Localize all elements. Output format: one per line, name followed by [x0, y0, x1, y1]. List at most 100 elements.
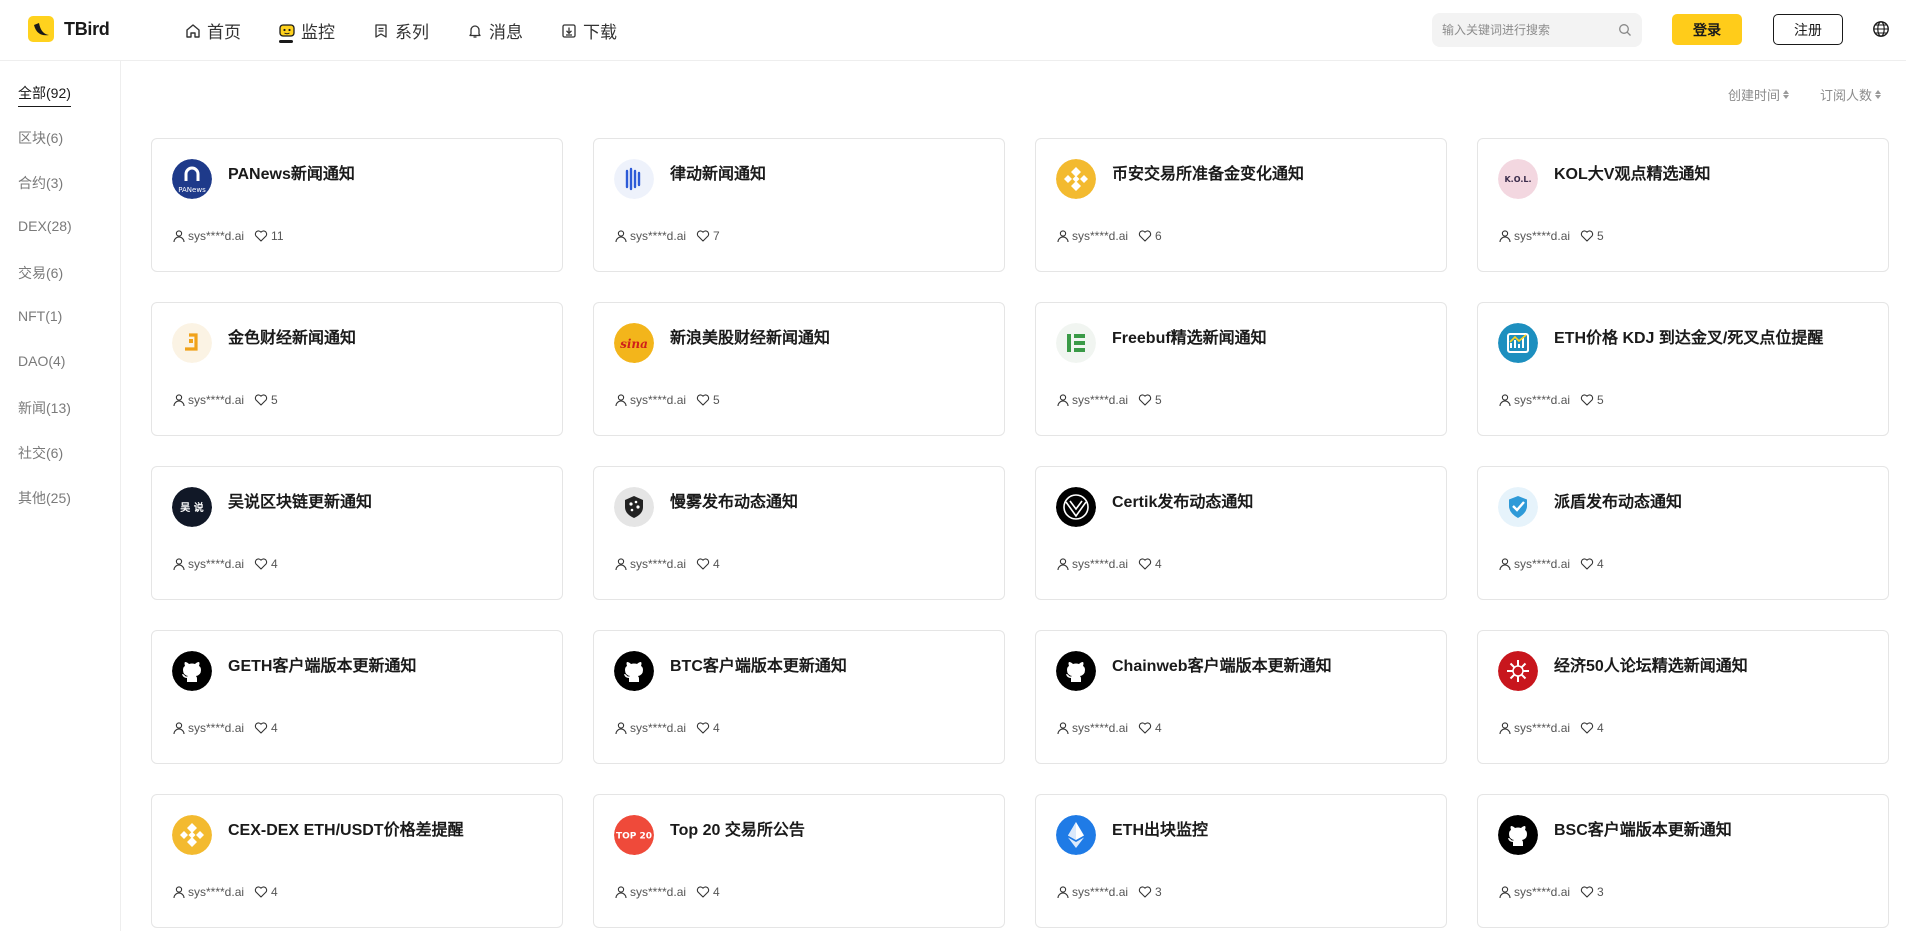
heart-icon[interactable] [1138, 557, 1152, 571]
register-button[interactable]: 注册 [1773, 14, 1843, 45]
logo[interactable]: TBird [28, 16, 110, 42]
nav-item-series[interactable]: 系列 [373, 0, 429, 61]
chart-icon [1498, 323, 1538, 363]
heart-icon[interactable] [1138, 721, 1152, 735]
nav-item-monitor[interactable]: 监控 [279, 0, 335, 61]
monitor-card[interactable]: 经济50人论坛精选新闻通知 sys****d.ai 4 [1477, 630, 1889, 764]
heart-icon[interactable] [254, 557, 268, 571]
monitor-card[interactable]: GETH客户端版本更新通知 sys****d.ai 4 [151, 630, 563, 764]
user-icon [1057, 722, 1069, 735]
monitor-card[interactable]: 金色财经新闻通知 sys****d.ai 5 [151, 302, 563, 436]
heart-icon[interactable] [1580, 229, 1594, 243]
monitor-card[interactable]: 派盾发布动态通知 sys****d.ai 4 [1477, 466, 1889, 600]
category-social[interactable]: 社交(6) [18, 443, 63, 463]
heart-icon[interactable] [1138, 229, 1152, 243]
heart-icon[interactable] [696, 557, 710, 571]
card-author: sys****d.ai [1514, 557, 1571, 571]
heart-icon[interactable] [254, 229, 268, 243]
heart-icon[interactable] [696, 885, 710, 899]
card-meta: sys****d.ai 4 [1498, 721, 1604, 735]
card-author: sys****d.ai [630, 229, 687, 243]
main-nav: 首页 监控 系列 消息 下载 [185, 0, 617, 61]
card-author: sys****d.ai [188, 885, 245, 899]
card-author: sys****d.ai [188, 557, 245, 571]
monitor-card[interactable]: 慢雾发布动态通知 sys****d.ai 4 [593, 466, 1005, 600]
sina-icon: sina [614, 323, 654, 363]
category-dex[interactable]: DEX(28) [18, 218, 72, 234]
card-author: sys****d.ai [630, 557, 687, 571]
user-icon [1057, 394, 1069, 407]
nav-item-home[interactable]: 首页 [185, 0, 241, 61]
monitor-card[interactable]: Chainweb客户端版本更新通知 sys****d.ai 4 [1035, 630, 1447, 764]
heart-icon[interactable] [1580, 393, 1594, 407]
monitor-card[interactable]: PANews PANews新闻通知 sys****d.ai 11 [151, 138, 563, 272]
icon-text: TOP 20 [616, 832, 652, 842]
category-block[interactable]: 区块(6) [18, 128, 63, 148]
monitor-card[interactable]: BTC客户端版本更新通知 sys****d.ai 4 [593, 630, 1005, 764]
monitor-card[interactable]: TOP 20 Top 20 交易所公告 sys****d.ai 4 [593, 794, 1005, 928]
card-likes: 4 [713, 557, 720, 571]
card-meta: sys****d.ai 4 [1056, 721, 1162, 735]
heart-icon[interactable] [696, 721, 710, 735]
github-icon [614, 651, 654, 691]
user-icon [1057, 230, 1069, 243]
nav-item-label: 监控 [301, 23, 335, 42]
github-icon [1498, 815, 1538, 855]
card-author: sys****d.ai [1514, 393, 1571, 407]
monitor-card[interactable]: BSC客户端版本更新通知 sys****d.ai 3 [1477, 794, 1889, 928]
card-author: sys****d.ai [630, 721, 687, 735]
category-nft[interactable]: NFT(1) [18, 308, 62, 324]
monitor-card[interactable]: CEX-DEX ETH/USDT价格差提醒 sys****d.ai 4 [151, 794, 563, 928]
icon-text: K.O.L. [1504, 175, 1531, 184]
heart-icon[interactable] [1138, 885, 1152, 899]
category-news[interactable]: 新闻(13) [18, 398, 71, 418]
monitor-card[interactable]: Certik发布动态通知 sys****d.ai 4 [1035, 466, 1447, 600]
monitor-card[interactable]: 吴 说 吴说区块链更新通知 sys****d.ai 4 [151, 466, 563, 600]
sort-by-created[interactable]: 创建时间 [1728, 85, 1790, 104]
heart-icon[interactable] [254, 393, 268, 407]
monitor-card[interactable]: ETH价格 KDJ 到达金叉/死叉点位提醒 sys****d.ai 5 [1477, 302, 1889, 436]
top20-icon: TOP 20 [614, 815, 654, 855]
forum50-icon [1498, 651, 1538, 691]
heart-icon[interactable] [696, 229, 710, 243]
card-author: sys****d.ai [188, 393, 245, 407]
heart-icon[interactable] [1580, 557, 1594, 571]
search-input[interactable] [1442, 23, 1612, 37]
heart-icon[interactable] [1580, 885, 1594, 899]
heart-icon[interactable] [696, 393, 710, 407]
monitor-card[interactable]: ETH出块监控 sys****d.ai 3 [1035, 794, 1447, 928]
globe-icon[interactable] [1872, 20, 1890, 38]
category-contract[interactable]: 合约(3) [18, 173, 63, 193]
user-icon [615, 886, 627, 899]
user-icon [1057, 886, 1069, 899]
home-icon [186, 23, 200, 38]
monitor-card[interactable]: 币安交易所准备金变化通知 sys****d.ai 6 [1035, 138, 1447, 272]
monitor-card[interactable]: 律动新闻通知 sys****d.ai 7 [593, 138, 1005, 272]
search-icon[interactable] [1618, 23, 1632, 37]
sort-by-subscribers[interactable]: 订阅人数 [1820, 85, 1882, 104]
logo-text: TBird [64, 18, 110, 39]
nav-item-download[interactable]: 下载 [561, 0, 617, 61]
card-author: sys****d.ai [630, 885, 687, 899]
card-title: 律动新闻通知 [670, 166, 767, 183]
category-all[interactable]: 全部(92) [18, 83, 71, 107]
monitor-card[interactable]: Freebuf精选新闻通知 sys****d.ai 5 [1035, 302, 1447, 436]
heart-icon[interactable] [254, 885, 268, 899]
user-icon [615, 230, 627, 243]
monitor-card[interactable]: sina 新浪美股财经新闻通知 sys****d.ai 5 [593, 302, 1005, 436]
heart-icon[interactable] [254, 721, 268, 735]
card-title: PANews新闻通知 [228, 166, 355, 183]
nav-item-messages[interactable]: 消息 [467, 0, 523, 61]
category-dao[interactable]: DAO(4) [18, 353, 65, 369]
card-likes: 4 [271, 557, 278, 571]
card-author: sys****d.ai [1072, 885, 1129, 899]
category-other[interactable]: 其他(25) [18, 488, 71, 508]
nav-item-label: 首页 [207, 23, 241, 42]
heart-icon[interactable] [1138, 393, 1152, 407]
heart-icon[interactable] [1580, 721, 1594, 735]
login-button[interactable]: 登录 [1672, 14, 1742, 45]
card-title: CEX-DEX ETH/USDT价格差提醒 [228, 822, 464, 839]
monitor-card[interactable]: K.O.L. KOL大V观点精选通知 sys****d.ai 5 [1477, 138, 1889, 272]
card-likes: 3 [1597, 885, 1604, 899]
category-trade[interactable]: 交易(6) [18, 263, 63, 283]
